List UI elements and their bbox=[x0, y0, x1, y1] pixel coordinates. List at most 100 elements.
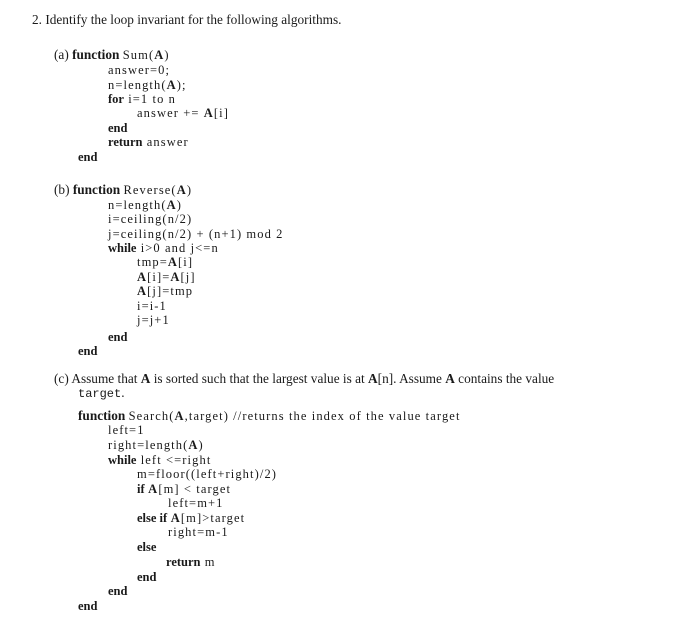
arg-array: A bbox=[176, 183, 187, 197]
keyword-end: end bbox=[78, 599, 98, 613]
target-identifier: target bbox=[78, 387, 122, 401]
array-name: A bbox=[203, 106, 214, 120]
code-text: [i] bbox=[178, 255, 194, 269]
code-line: return m bbox=[166, 555, 216, 569]
desc-text: [n]. Assume bbox=[377, 371, 446, 386]
code-text: [j]=tmp bbox=[147, 284, 194, 298]
array-name: A bbox=[170, 270, 181, 284]
question-heading: 2. Identify the loop invariant for the f… bbox=[32, 13, 341, 27]
code-text: left <=right bbox=[136, 453, 212, 467]
desc-text: is sorted such that the largest value is… bbox=[150, 371, 369, 386]
keyword-if: if bbox=[137, 482, 145, 496]
paren: ) bbox=[164, 48, 170, 62]
code-text: [m]>target bbox=[180, 511, 246, 525]
code-line: left=1 bbox=[108, 423, 145, 437]
question-number: 2. bbox=[32, 12, 42, 27]
keyword-return: return bbox=[166, 555, 201, 569]
code-line: n=length(A); bbox=[108, 78, 187, 92]
question-text: Identify the loop invariant for the foll… bbox=[45, 12, 342, 27]
part-c-description-cont: target. bbox=[78, 385, 125, 402]
code-line: right=m-1 bbox=[168, 525, 229, 539]
code-text: ) bbox=[198, 438, 204, 452]
keyword-function: function bbox=[78, 408, 126, 423]
code-text: [i] bbox=[213, 106, 229, 120]
array-name: A bbox=[166, 78, 177, 92]
keyword-end: end bbox=[108, 330, 128, 344]
code-line: if A[m] < target bbox=[137, 482, 231, 496]
code-line: for i=1 to n bbox=[108, 92, 176, 106]
arg-array: A bbox=[154, 48, 165, 62]
function-name: Sum( bbox=[122, 48, 155, 62]
code-text: n=length( bbox=[108, 78, 167, 92]
code-line: return answer bbox=[108, 135, 189, 149]
code-line: answer += A[i] bbox=[137, 106, 229, 120]
array-name: A bbox=[166, 198, 177, 212]
code-line: while i>0 and j<=n bbox=[108, 241, 219, 255]
keyword-while: while bbox=[108, 241, 137, 255]
code-line: answer=0; bbox=[108, 63, 171, 77]
code-text: i=1 to n bbox=[123, 92, 176, 106]
part-label: (c) bbox=[54, 371, 69, 386]
array-name: A bbox=[167, 255, 179, 269]
keyword-function: function bbox=[72, 182, 121, 197]
keyword-return: return bbox=[108, 135, 143, 149]
code-text: [j] bbox=[180, 270, 196, 284]
code-text: i>0 and j<=n bbox=[136, 241, 219, 255]
code-text: n=length( bbox=[108, 198, 167, 212]
code-text: ); bbox=[176, 78, 187, 92]
code-line: tmp=A[i] bbox=[137, 255, 193, 269]
keyword-while: while bbox=[108, 453, 137, 467]
code-line: n=length(A) bbox=[108, 198, 182, 212]
keyword-end: end bbox=[108, 584, 128, 598]
array-name: A bbox=[137, 270, 148, 284]
code-comment: ,target) //returns the index of the valu… bbox=[184, 409, 461, 423]
keyword-else-if: else if bbox=[137, 511, 168, 525]
keyword-function: function bbox=[72, 47, 120, 62]
paren: ) bbox=[186, 183, 193, 197]
array-name: A bbox=[167, 511, 181, 525]
code-text: answer bbox=[142, 135, 189, 149]
code-text: m bbox=[200, 555, 216, 569]
array-name: A bbox=[445, 371, 455, 386]
code-text: [m] < target bbox=[158, 482, 232, 496]
array-name: A bbox=[137, 284, 148, 298]
keyword-end: end bbox=[78, 150, 98, 164]
keyword-else: else bbox=[137, 540, 157, 554]
desc-text: . bbox=[121, 385, 125, 400]
keyword-end: end bbox=[137, 570, 157, 584]
part-a-header: (a) function Sum(A) bbox=[54, 47, 170, 63]
array-name: A bbox=[144, 482, 159, 496]
array-name: A bbox=[140, 371, 151, 386]
keyword-end: end bbox=[78, 344, 98, 358]
code-line: while left <=right bbox=[108, 453, 211, 467]
part-c-header: function Search(A,target) //returns the … bbox=[78, 408, 461, 424]
keyword-end: end bbox=[108, 121, 128, 135]
part-label: (a) bbox=[54, 47, 69, 62]
desc-text: contains the value bbox=[454, 371, 555, 386]
code-line: m=floor((left+right)/2) bbox=[137, 467, 278, 481]
code-text: ) bbox=[176, 198, 183, 212]
code-line: else if A[m]>target bbox=[137, 511, 245, 525]
part-b-header: (b) function Reverse(A) bbox=[54, 182, 193, 198]
code-text: tmp= bbox=[137, 255, 168, 269]
code-text: [i]= bbox=[147, 270, 171, 284]
array-name: A bbox=[368, 371, 378, 386]
part-label: (b) bbox=[54, 182, 70, 197]
arg-array: A bbox=[174, 409, 185, 423]
code-text: right=length( bbox=[108, 438, 189, 452]
code-text: answer += bbox=[137, 106, 204, 120]
desc-text: Assume that bbox=[71, 371, 141, 386]
code-line: i=i-1 bbox=[137, 299, 167, 313]
code-line: left=m+1 bbox=[168, 496, 224, 510]
code-line: A[i]=A[j] bbox=[137, 270, 196, 284]
code-line: right=length(A) bbox=[108, 438, 204, 452]
code-line: j=j+1 bbox=[137, 313, 170, 327]
function-name: Search( bbox=[128, 409, 175, 423]
code-line: i=ceiling(n/2) bbox=[108, 212, 193, 226]
code-line: A[j]=tmp bbox=[137, 284, 193, 298]
keyword-for: for bbox=[108, 92, 124, 106]
part-c-description: (c) Assume that A is sorted such that th… bbox=[54, 372, 554, 386]
array-name: A bbox=[188, 438, 199, 452]
function-name: Reverse( bbox=[123, 183, 177, 197]
code-line: j=ceiling(n/2) + (n+1) mod 2 bbox=[108, 227, 284, 241]
